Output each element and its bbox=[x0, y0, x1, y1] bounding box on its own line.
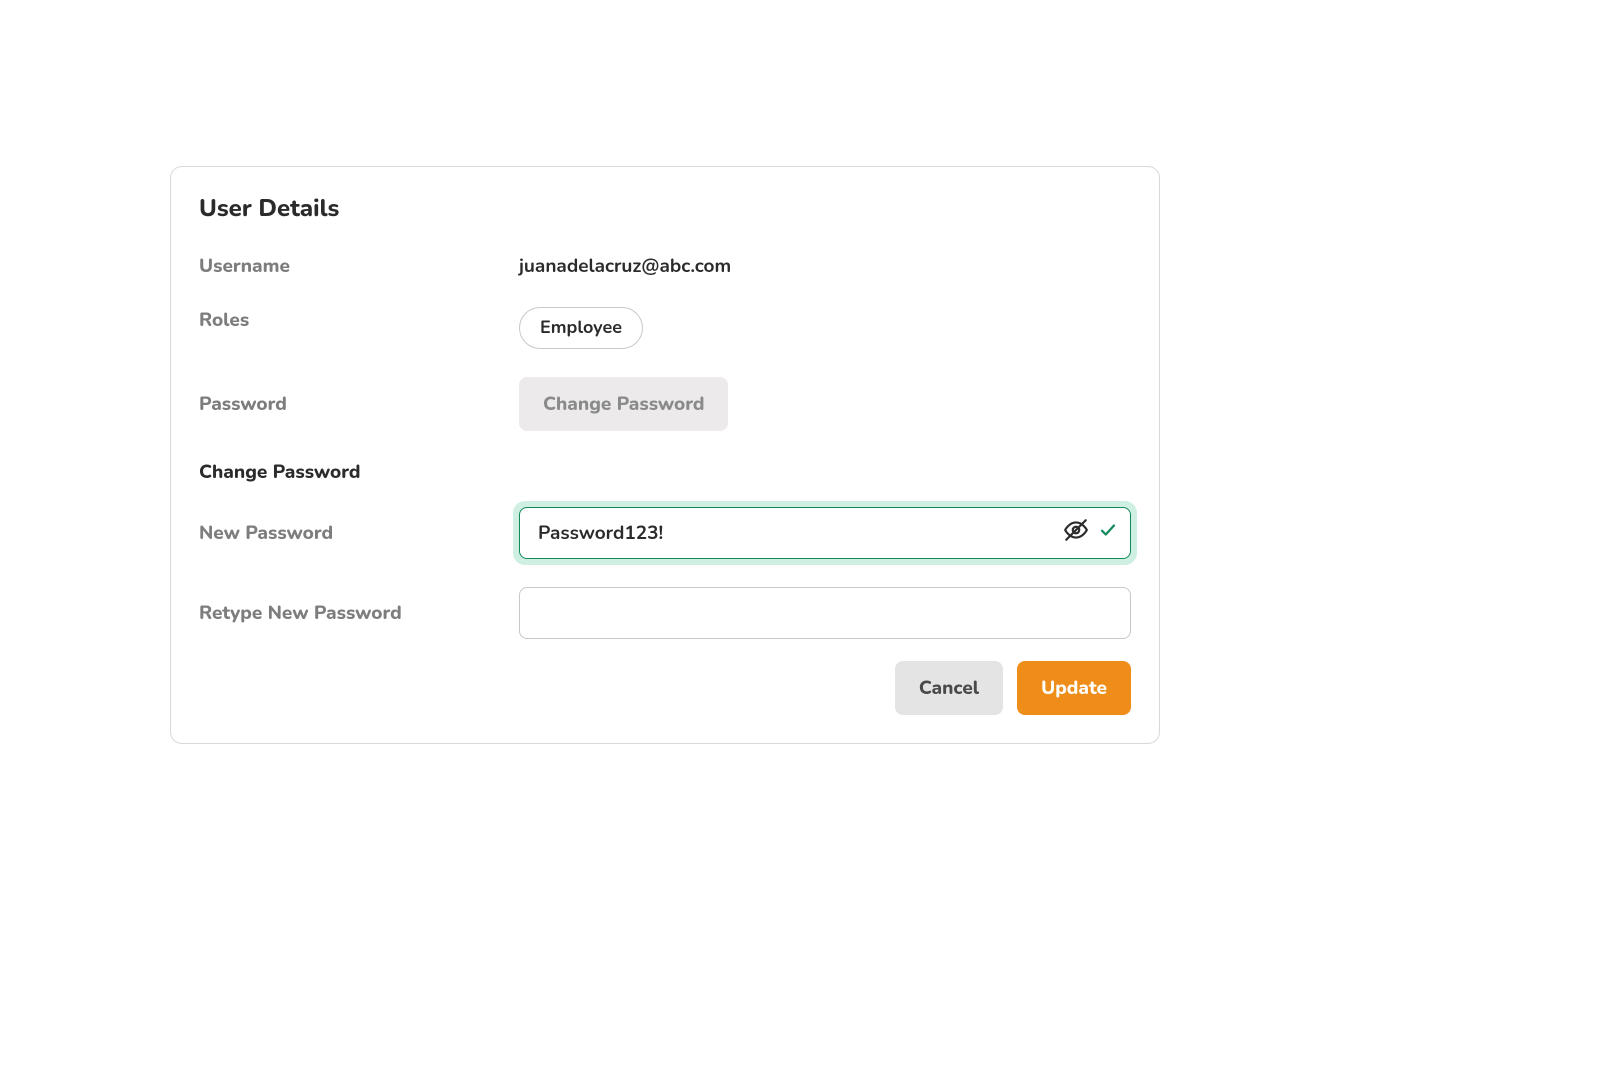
actions-row: Cancel Update bbox=[199, 661, 1131, 715]
label-new-password: New Password bbox=[199, 520, 519, 546]
label-password: Password bbox=[199, 391, 519, 417]
retype-password-input[interactable] bbox=[519, 587, 1131, 639]
row-new-password: New Password bbox=[199, 507, 1131, 559]
new-password-field-wrap bbox=[519, 507, 1131, 559]
cancel-button[interactable]: Cancel bbox=[895, 661, 1003, 715]
retype-password-field-wrap bbox=[519, 587, 1131, 639]
eye-off-icon[interactable] bbox=[1063, 517, 1089, 549]
row-roles: Roles Employee bbox=[199, 307, 1131, 349]
role-chip-employee[interactable]: Employee bbox=[519, 307, 643, 349]
label-username: Username bbox=[199, 253, 519, 279]
row-retype-password: Retype New Password bbox=[199, 587, 1131, 639]
value-username: juanadelacruz@abc.com bbox=[519, 253, 731, 279]
row-password: Password Change Password bbox=[199, 377, 1131, 431]
user-details-card: User Details Username juanadelacruz@abc.… bbox=[170, 166, 1160, 744]
card-title: User Details bbox=[199, 193, 1131, 225]
row-username: Username juanadelacruz@abc.com bbox=[199, 253, 1131, 279]
label-roles: Roles bbox=[199, 307, 519, 333]
change-password-button[interactable]: Change Password bbox=[519, 377, 728, 431]
input-icons bbox=[1063, 517, 1117, 549]
change-password-heading: Change Password bbox=[199, 459, 1131, 485]
label-retype-password: Retype New Password bbox=[199, 600, 519, 626]
new-password-input[interactable] bbox=[519, 507, 1131, 559]
check-icon bbox=[1099, 521, 1117, 545]
update-button[interactable]: Update bbox=[1017, 661, 1131, 715]
